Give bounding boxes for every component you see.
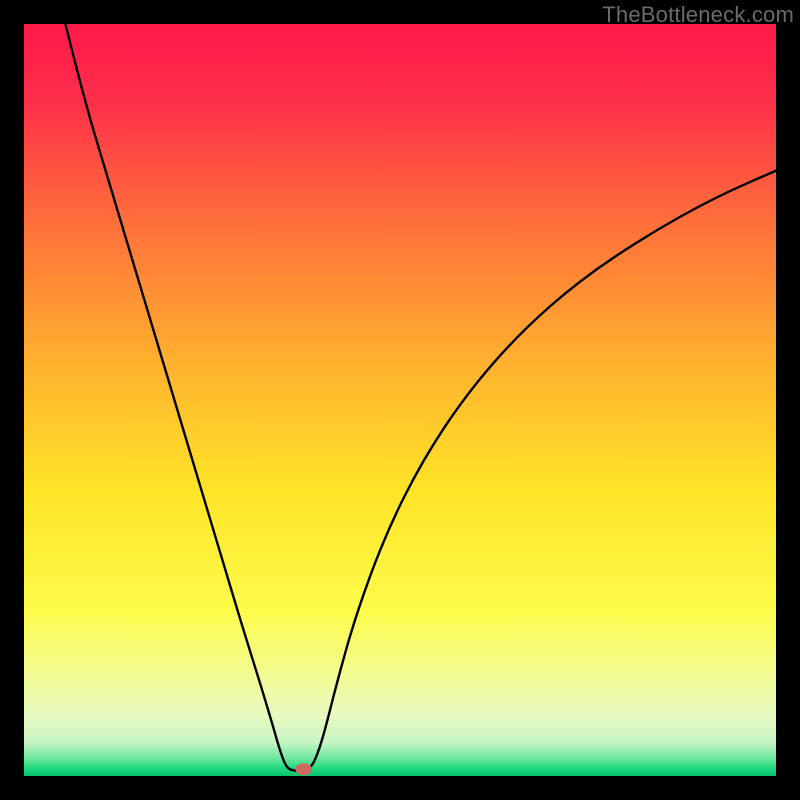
optimal-marker	[295, 763, 312, 775]
gradient-background	[24, 24, 776, 776]
watermark-text: TheBottleneck.com	[602, 2, 794, 28]
bottleneck-chart	[24, 24, 776, 776]
chart-frame	[24, 24, 776, 776]
